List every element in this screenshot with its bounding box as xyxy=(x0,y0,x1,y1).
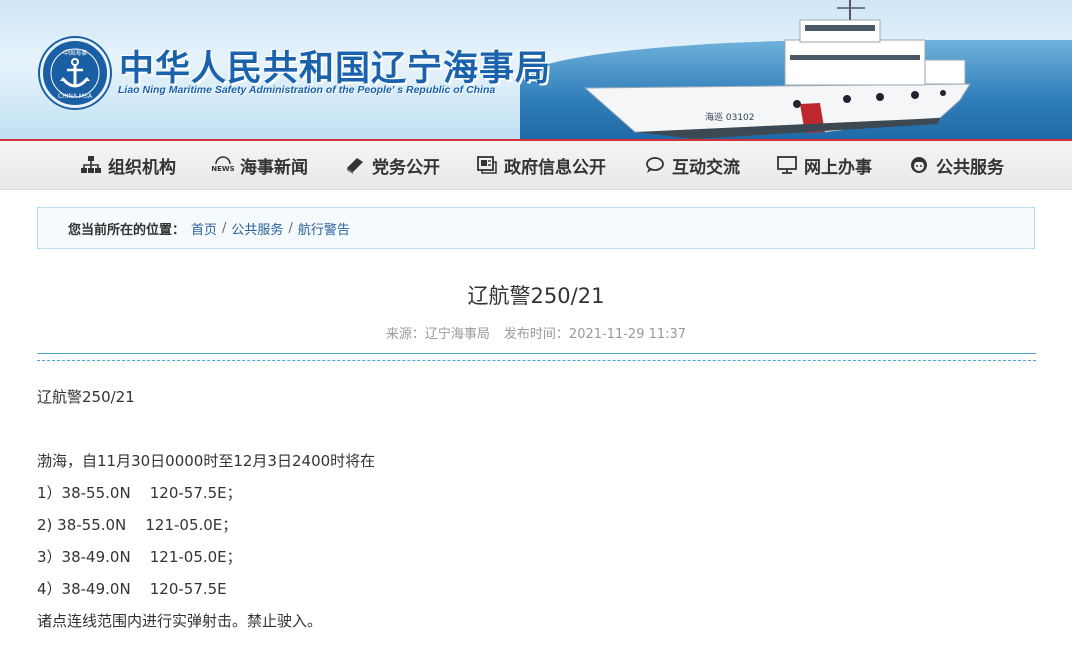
org-chart-icon xyxy=(80,155,102,175)
person-icon xyxy=(908,155,930,175)
article-coordinate-line: 3）38-49.0N 121-05.0E； xyxy=(37,548,242,566)
nav-label: 公共服务 xyxy=(936,157,1004,178)
article-coordinate-line: 4）38-49.0N 120-57.5E xyxy=(37,580,227,598)
site-subtitle: Liao Ning Maritime Safety Administration… xyxy=(118,84,496,96)
article-paragraph: 诸点连线范围内进行实弹射击。禁止驶入。 xyxy=(37,612,323,630)
nav-label: 海事新闻 xyxy=(240,157,308,178)
nav-item-online-services[interactable]: 网上办事 xyxy=(776,153,872,178)
nav-label: 政府信息公开 xyxy=(504,157,606,178)
chat-icon xyxy=(644,155,666,175)
breadcrumb-link-navigation-warnings[interactable]: 航行警告 xyxy=(298,219,350,238)
article-paragraph: 辽航警250/21 xyxy=(37,388,135,406)
article-published-time: 发布时间：2021-11-29 11:37 xyxy=(503,327,687,342)
document-icon xyxy=(476,155,498,175)
divider-dashed xyxy=(37,360,1036,361)
breadcrumb-link-public-services[interactable]: 公共服务 xyxy=(231,219,283,238)
nav-item-organization[interactable]: 组织机构 xyxy=(80,153,176,178)
anchor-icon: 中国海事 CHINA MSA xyxy=(50,48,100,100)
news-icon: NEWS xyxy=(212,155,234,175)
msa-seal-logo[interactable]: 中国海事 CHINA MSA xyxy=(40,38,110,108)
breadcrumb-separator: / xyxy=(222,220,227,236)
monitor-icon xyxy=(776,155,798,175)
article-meta: 来源：辽宁海事局 发布时间：2021-11-29 11:37 xyxy=(0,323,1072,342)
article-paragraph: 渤海，自11月30日0000时至12月3日2400时将在 xyxy=(37,452,376,470)
nav-item-news[interactable]: NEWS 海事新闻 xyxy=(212,153,308,178)
nav-label: 互动交流 xyxy=(672,157,740,178)
breadcrumb-separator: / xyxy=(288,220,293,236)
hull-number-text: 海巡 03102 xyxy=(705,111,755,123)
patrol-ship-image: 海巡 03102 xyxy=(583,0,971,139)
svg-text:NEWS: NEWS xyxy=(212,165,234,173)
nav-item-party-affairs[interactable]: 党务公开 xyxy=(344,153,440,178)
article-source: 来源：辽宁海事局 xyxy=(385,327,490,342)
breadcrumb-label: 您当前所在的位置： xyxy=(68,222,186,238)
header-banner: 海巡 03102 中国海事 CHINA MSA 中华人民共和国辽宁海事局 Lia… xyxy=(0,0,1072,139)
divider-line xyxy=(37,353,1036,354)
book-icon xyxy=(344,155,366,175)
seal-text-top: 中国海事 xyxy=(63,49,87,57)
seal-text-bottom: CHINA MSA xyxy=(58,93,93,100)
nav-item-public-services[interactable]: 公共服务 xyxy=(908,153,1004,178)
article-coordinate-line: 2) 38-55.0N 121-05.0E； xyxy=(37,516,238,534)
article-title: 辽航警250/21 xyxy=(467,284,605,308)
nav-item-government-info[interactable]: 政府信息公开 xyxy=(476,153,606,178)
article-paragraph-blank xyxy=(37,417,1037,449)
nav-label: 党务公开 xyxy=(372,157,440,178)
nav-label: 组织机构 xyxy=(108,157,176,178)
article-coordinate-line: 1）38-55.0N 120-57.5E； xyxy=(37,484,242,502)
breadcrumb: 您当前所在的位置： 首页 / 公共服务 / 航行警告 xyxy=(37,207,1035,249)
article-body: 辽航警250/21 渤海，自11月30日0000时至12月3日2400时将在 1… xyxy=(37,385,1037,641)
nav-item-interaction[interactable]: 互动交流 xyxy=(644,153,740,178)
nav-label: 网上办事 xyxy=(804,157,872,178)
breadcrumb-link-home[interactable]: 首页 xyxy=(191,219,217,238)
main-nav: 组织机构 NEWS 海事新闻 党务公开 政府信息公开 互动交流 网上办事 公共服… xyxy=(0,139,1072,190)
